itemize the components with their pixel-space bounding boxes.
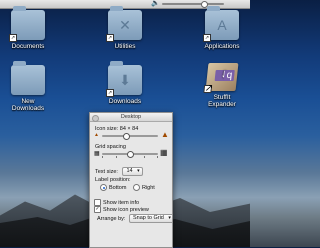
- volume-slider[interactable]: [162, 3, 224, 5]
- radio-bottom-label: Bottom: [109, 184, 127, 191]
- grid-spacing-slider-knob[interactable]: [127, 151, 134, 158]
- label-position-label: Label position:: [95, 177, 131, 183]
- arrange-by-popup[interactable]: Snap to Grid: [128, 214, 172, 223]
- grid-small-icon: ▦: [94, 151, 100, 157]
- show-icon-preview-checkbox[interactable]: ✓ Show icon preview: [94, 206, 149, 213]
- text-size-label: Text size:: [95, 168, 118, 175]
- desktop-icon-downloads[interactable]: ⬇ ↗ Downloads: [97, 61, 153, 105]
- radio-bottom[interactable]: Bottom: [100, 184, 127, 191]
- desktop-icon-utilities[interactable]: ✕ ↗ Utilities: [97, 6, 153, 50]
- icon-size-value: 84 × 84: [119, 126, 139, 132]
- text-size-row: Text size: 14: [95, 167, 143, 176]
- stuffit-expander-icon: ⬇ q ↗: [203, 63, 239, 94]
- radio-right[interactable]: Right: [132, 184, 155, 191]
- label-position-radios: Bottom Right: [100, 184, 155, 191]
- icon-size-slider[interactable]: [102, 135, 158, 137]
- small-icon-glyph: ▲: [94, 132, 99, 138]
- close-icon[interactable]: [92, 114, 99, 122]
- desktop-icon-stuffit-expander[interactable]: ⬇ q ↗ StuffIt Expander: [194, 63, 250, 108]
- icon-label: Downloads: [108, 98, 142, 105]
- folder-icon: ↗: [9, 6, 45, 42]
- alias-arrow-icon: ↗: [106, 89, 114, 97]
- alias-arrow-icon: ↗: [203, 34, 211, 42]
- desktop-icon-applications[interactable]: A ↗ Applications: [194, 6, 250, 50]
- checkbox[interactable]: ✓: [94, 206, 101, 213]
- show-item-info-checkbox[interactable]: Show item info: [94, 199, 139, 206]
- desktop-view-options-panel: Desktop Icon size: 84 × 84 ▲ ▲ Grid spac…: [89, 112, 173, 248]
- desktop-icon-documents[interactable]: ↗ Documents: [0, 6, 56, 50]
- icon-label: StuffIt Expander: [208, 94, 236, 108]
- icon-label: Utilities: [114, 43, 136, 50]
- grid-large-icon: ▦: [160, 148, 168, 157]
- arrange-by-label: Arrange by:: [97, 215, 126, 222]
- downloads-folder-icon: ⬇ ↗: [106, 61, 142, 97]
- icon-label: Documents: [11, 43, 45, 50]
- desktop-icon-new-downloads[interactable]: New Downloads: [0, 61, 56, 112]
- icon-label: Applications: [204, 43, 240, 50]
- radio-button[interactable]: [100, 184, 107, 191]
- panel-title: Desktop: [120, 114, 142, 120]
- large-icon-glyph: ▲: [161, 130, 169, 139]
- radio-button[interactable]: [132, 184, 140, 191]
- slider-tick: [144, 156, 145, 158]
- text-size-popup[interactable]: 14: [122, 167, 143, 176]
- alias-arrow-icon: ↗: [203, 83, 214, 94]
- speaker-icon[interactable]: 🔈: [151, 0, 160, 8]
- slider-tick: [157, 156, 158, 158]
- checkbox[interactable]: [94, 199, 101, 206]
- slider-tick: [116, 156, 117, 158]
- utilities-folder-icon: ✕ ↗: [106, 6, 142, 42]
- alias-arrow-icon: ↗: [9, 34, 17, 42]
- icon-size-row: Icon size: 84 × 84: [95, 126, 138, 132]
- radio-right-label: Right: [141, 184, 155, 191]
- slider-tick: [102, 156, 103, 158]
- icon-size-slider-knob[interactable]: [122, 133, 130, 140]
- icon-label: New Downloads: [11, 98, 45, 112]
- arrange-by-row: Arrange by: Snap to Grid: [97, 214, 172, 223]
- checkbox-label: Show icon preview: [103, 206, 149, 213]
- arrange-by-value: Snap to Grid: [132, 215, 164, 221]
- alias-arrow-icon: ↗: [106, 34, 114, 42]
- applications-folder-icon: A ↗: [203, 6, 239, 42]
- panel-titlebar[interactable]: Desktop: [90, 113, 172, 122]
- text-size-value: 14: [126, 168, 133, 174]
- folder-icon: [11, 61, 45, 95]
